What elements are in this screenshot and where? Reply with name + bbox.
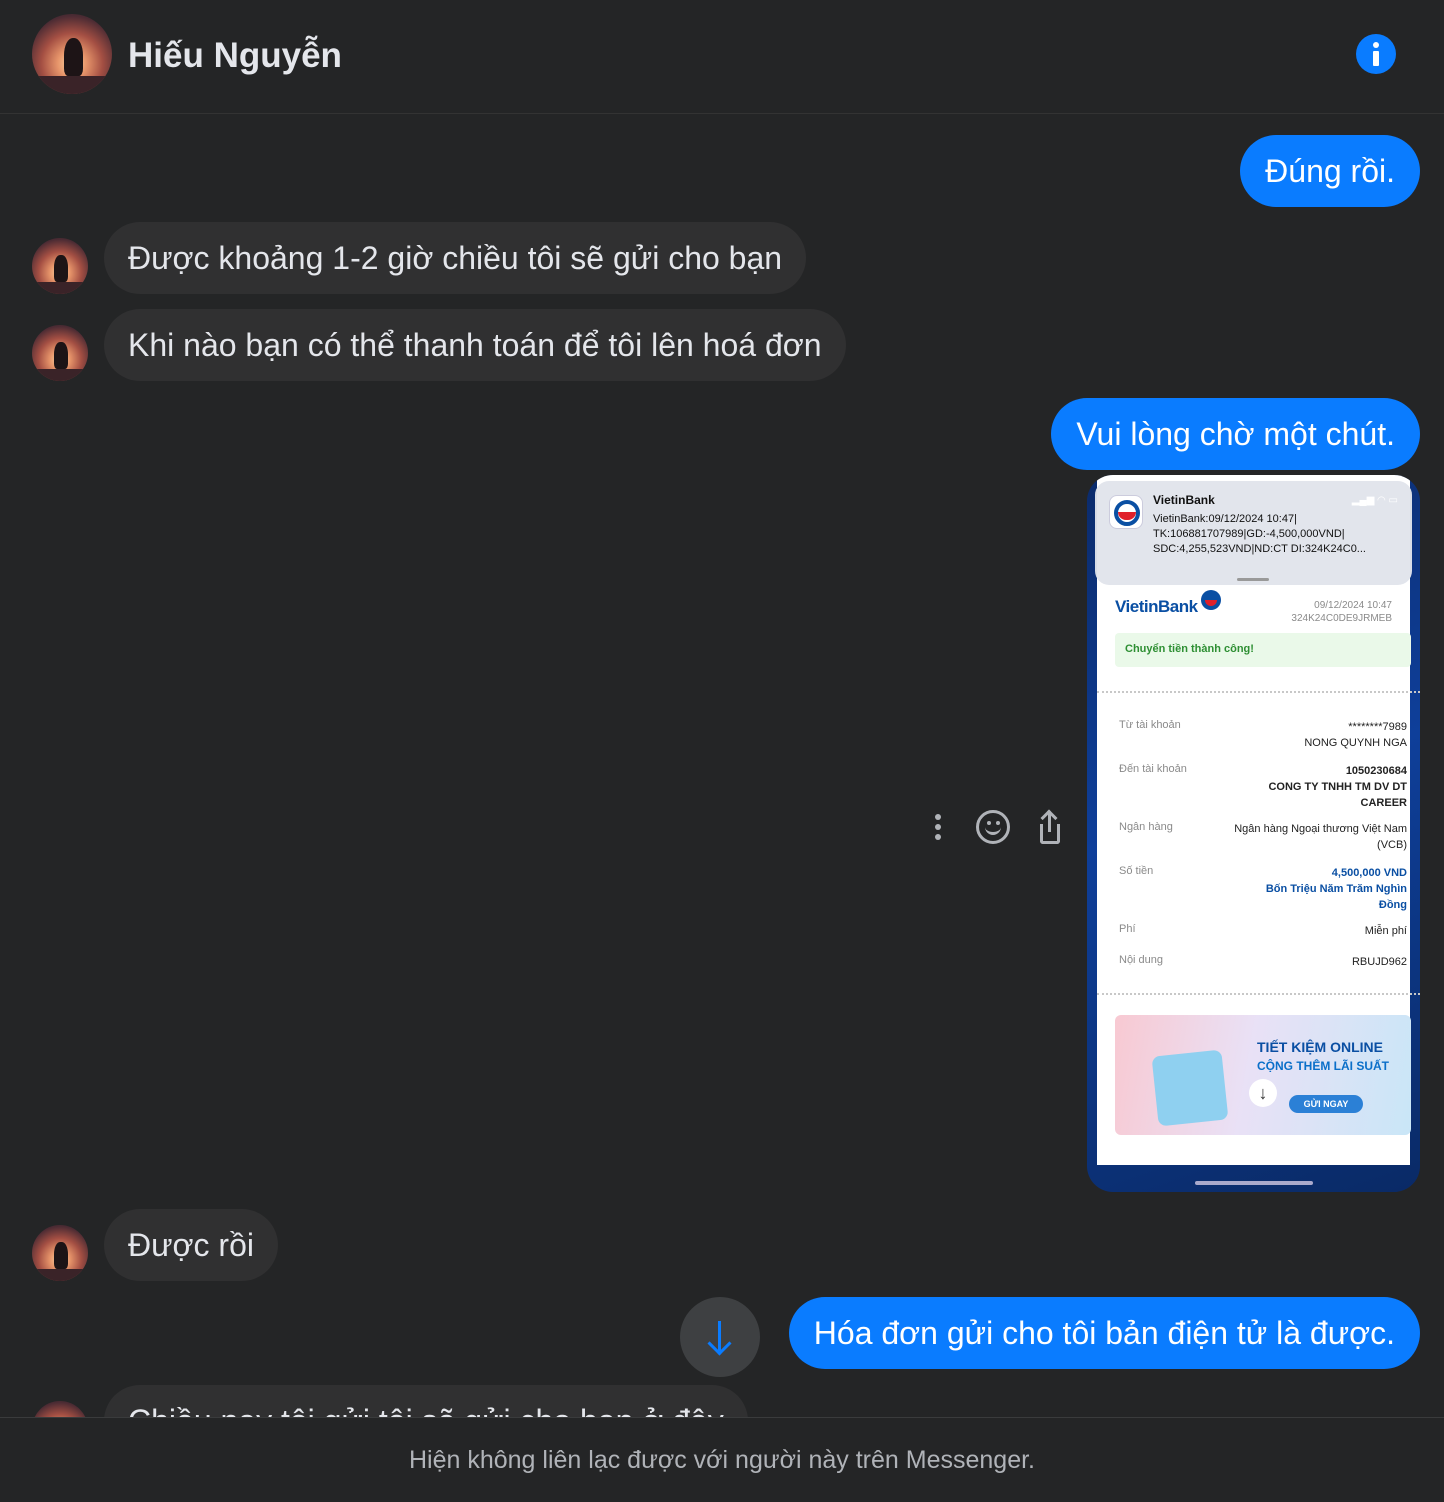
message-bubble-outgoing[interactable]: Vui lòng chờ một chút. [1051,398,1420,470]
row-label: Đến tài khoản [1119,763,1187,775]
row-value: ********7989 NONG QUYNH NGA [1207,719,1407,751]
promo-banner: TIẾT KIỆM ONLINE CỘNG THÊM LÃI SUẤT ↓ GỬ… [1115,1015,1411,1135]
message-list: Đúng rồi. Được khoảng 1-2 giờ chiều tôi … [0,115,1444,1417]
receipt-date: 09/12/2024 10:47 324K24C0DE9JRMEB [1291,599,1392,625]
row-value-secondary: Bốn Triệu Năm Trăm Nghìn Đồng [1265,883,1407,911]
notification-handle [1237,578,1269,581]
receipt-row: Từ tài khoản ********7989 NONG QUYNH NGA [1119,719,1407,753]
receipt-reference: 324K24C0DE9JRMEB [1291,613,1392,624]
row-label: Phí [1119,923,1136,935]
row-value: 4,500,000 VND Bốn Triệu Năm Trăm Nghìn Đồ… [1237,865,1407,913]
notification-line: VietinBank:09/12/2024 10:47| [1153,513,1297,525]
message-bubble-incoming[interactable]: Chiều nay tôi gửi tôi sẽ gửi cho bạn ở đ… [104,1385,748,1417]
message-bubble-incoming[interactable]: Khi nào bạn có thể thanh toán để tôi lên… [104,309,846,381]
notification-line: TK:106881707989|GD:-4,500,000VND| [1153,528,1345,540]
notification-line: SDC:4,255,523VND|ND:CT DI:324K24C0... [1153,543,1366,555]
divider [1097,691,1420,693]
bank-logo: VietinBank [1115,597,1198,616]
receipt-row: Số tiền 4,500,000 VND Bốn Triệu Năm Trăm … [1119,865,1407,913]
composer-disabled-notice: Hiện không liên lạc được với người này t… [0,1417,1444,1502]
contact-name[interactable]: Hiếu Nguyễn [128,36,342,76]
promo-title: TIẾT KIỆM ONLINE [1257,1039,1383,1055]
promo-subtitle: CỘNG THÊM LÃI SUẤT [1257,1059,1389,1073]
message-bubble-incoming[interactable]: Được khoảng 1-2 giờ chiều tôi sẽ gửi cho… [104,222,807,294]
row-value-primary: 1050230684 [1345,765,1407,777]
message-bubble-outgoing[interactable]: Đúng rồi. [1240,135,1420,207]
bank-logo-icon [1201,590,1221,610]
row-label: Số tiền [1119,865,1154,877]
sender-avatar[interactable] [32,1401,88,1417]
success-banner: Chuyển tiền thành công! [1115,633,1411,667]
arrow-down-icon-head [707,1331,732,1356]
message-bubble-incoming[interactable]: Được rồi [104,1209,278,1281]
row-value-secondary: CONG TY TNHH TM DV DT CAREER [1268,781,1407,809]
promo-button: GỬI NGAY [1289,1095,1363,1113]
row-value: 1050230684 CONG TY TNHH TM DV DT CAREER [1207,763,1407,811]
notification-title: VietinBank [1153,493,1215,507]
row-value-primary: ********7989 [1348,721,1407,733]
image-attachment[interactable]: VietinBank 09/12/2024 10:47 324K24C0DE9J… [1087,475,1420,1192]
row-label: Ngân hàng [1119,821,1173,833]
vietinbank-app-icon [1109,495,1143,529]
row-value: Ngân hàng Ngoại thương Việt Nam (VCB) [1234,823,1407,851]
sender-avatar[interactable] [32,325,88,381]
receipt-row: Nội dung RBUJD962 [1119,954,1407,972]
home-indicator [1195,1181,1313,1185]
receipt-row: Phí Miễn phí [1119,923,1407,941]
row-value-secondary: NONG QUYNH NGA [1304,737,1407,749]
message-bubble-outgoing[interactable]: Hóa đơn gửi cho tôi bản điện tử là được. [788,1297,1420,1369]
piggy-house-icon [1151,1049,1229,1127]
notification-body: VietinBank:09/12/2024 10:47| TK:10688170… [1153,512,1405,557]
more-options-icon[interactable] [920,810,956,846]
success-text: Chuyển tiền thành công! [1125,643,1254,655]
divider [1097,993,1420,995]
receipt-row: Đến tài khoản 1050230684 CONG TY TNHH TM … [1119,763,1407,813]
row-value-primary: 4,500,000 VND [1331,867,1407,879]
download-arrow-icon: ↓ [1249,1079,1277,1107]
share-icon[interactable] [1032,809,1068,846]
chat-header: Hiếu Nguyễn [0,0,1444,114]
sender-avatar[interactable] [32,238,88,294]
row-label: Nội dung [1119,954,1164,966]
scroll-to-bottom-button[interactable] [680,1297,760,1377]
row-label: Từ tài khoản [1119,719,1181,731]
push-notification: VietinBank ▂▄▆ ◠ ▭ VietinBank:09/12/2024… [1095,481,1412,585]
receipt-datetime: 09/12/2024 10:47 [1314,600,1392,611]
message-actions [920,809,1070,850]
row-value: RBUJD962 [1351,956,1407,968]
sender-avatar[interactable] [32,1225,88,1281]
row-value: Miễn phí [1364,925,1407,937]
unavailable-notice-text: Hiện không liên lạc được với người này t… [408,1446,1035,1474]
react-emoji-icon[interactable] [976,810,1010,844]
receipt-row: Ngân hàng Ngân hàng Ngoại thương Việt Na… [1119,821,1407,855]
info-icon[interactable] [1356,34,1396,74]
status-bar-icons: ▂▄▆ ◠ ▭ [1351,495,1398,506]
contact-avatar[interactable] [32,14,112,94]
